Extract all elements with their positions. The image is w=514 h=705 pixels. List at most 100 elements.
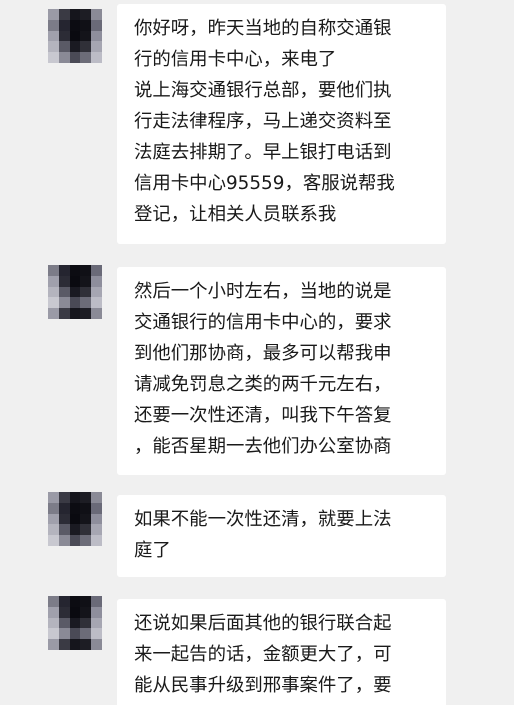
avatar-pixel <box>69 19 81 31</box>
avatar-pixel <box>58 513 70 525</box>
message-text-line: 你好呀，昨天当地的自称交通银 <box>134 18 392 39</box>
message-text-line: 还要一次性还清，叫我下午答复 <box>134 405 392 426</box>
avatar-pixel <box>48 606 59 618</box>
avatar-pixel <box>69 9 81 20</box>
avatar-pixel <box>91 297 102 309</box>
message-bubble[interactable]: 还说如果后面其他的银行联合起 来一起告的话，金额更大了，可 能从民事升级到邢事案件了… <box>117 599 446 705</box>
avatar-pixel <box>69 492 81 503</box>
avatar-pixel <box>58 52 70 63</box>
avatar-pixel <box>69 275 81 287</box>
message-text-line: 登记，让相关人员联系我 <box>134 204 337 225</box>
avatar-pixel <box>69 535 81 546</box>
avatar-pixel <box>69 308 81 319</box>
avatar-pixel <box>91 596 102 607</box>
avatar-pixel <box>69 30 81 42</box>
avatar-pixel <box>80 19 92 31</box>
message-bubble[interactable]: 然后一个小时左右，当地的说是 交通银行的信用卡中心的，要求 到他们那协商，最多可以帮… <box>117 267 446 475</box>
avatar-pixel <box>80 308 92 319</box>
avatar-pixel <box>80 628 92 640</box>
message-text-line: 行走法律程序，马上递交资料至 <box>134 111 392 132</box>
avatar-pixel <box>69 297 81 309</box>
avatar-pixel <box>48 9 59 20</box>
avatar-pixel <box>80 535 92 546</box>
avatar-pixel <box>80 52 92 63</box>
avatar[interactable] <box>48 492 102 546</box>
avatar-pixel <box>58 502 70 514</box>
avatar-pixel <box>58 286 70 298</box>
avatar-pixel <box>91 52 102 63</box>
avatar-pixel <box>58 606 70 618</box>
avatar-pixel <box>69 596 81 607</box>
avatar-pixel <box>48 275 59 287</box>
message-text-line: 庭了 <box>134 540 171 561</box>
avatar-pixel <box>80 286 92 298</box>
message-text-line: 如果不能一次性还清，就要上法 <box>134 509 392 530</box>
avatar[interactable] <box>48 9 102 63</box>
message-text-line: 说上海交通银行总部，要他们执 <box>134 80 392 101</box>
avatar-pixel <box>48 41 59 53</box>
avatar-pixel <box>91 9 102 20</box>
avatar-pixel <box>91 30 102 42</box>
avatar-pixel <box>48 596 59 607</box>
avatar-pixel <box>91 606 102 618</box>
message-text-line: 交通银行的信用卡中心的，要求 <box>134 312 392 333</box>
avatar-pixel <box>80 41 92 53</box>
message-text-line: 到他们那协商，最多可以帮我申 <box>134 343 392 364</box>
avatar-pixel <box>69 617 81 629</box>
avatar-pixel <box>69 639 81 650</box>
message-text-line: 法庭去排期了。早上银打电话到 <box>134 142 392 163</box>
avatar-pixel <box>80 502 92 514</box>
avatar-pixel <box>58 628 70 640</box>
avatar-pixel <box>91 492 102 503</box>
avatar-pixel <box>91 535 102 546</box>
message-bubble[interactable]: 如果不能一次性还清，就要上法 庭了 <box>117 495 446 577</box>
avatar-pixel <box>48 265 59 276</box>
avatar-pixel <box>69 606 81 618</box>
avatar-pixel <box>80 9 92 20</box>
message-text-line: 来一起告的话，金额更大了，可 <box>134 644 392 665</box>
avatar-pixel <box>58 19 70 31</box>
avatar-pixel <box>48 628 59 640</box>
message-text-line: 信用卡中心95559，客服说帮我 <box>134 173 395 194</box>
avatar-pixel <box>69 524 81 536</box>
avatar-pixel <box>80 297 92 309</box>
avatar-pixel <box>58 297 70 309</box>
avatar-pixel <box>48 502 59 514</box>
avatar-pixel <box>58 639 70 650</box>
avatar[interactable] <box>48 265 102 319</box>
avatar-pixel <box>80 606 92 618</box>
avatar-pixel <box>48 52 59 63</box>
avatar-pixel <box>48 19 59 31</box>
avatar-pixel <box>58 30 70 42</box>
avatar-pixel <box>58 308 70 319</box>
message-text-line: 还说如果后面其他的银行联合起 <box>134 613 392 634</box>
avatar-pixel <box>48 617 59 629</box>
avatar-pixel <box>91 19 102 31</box>
avatar-pixel <box>58 265 70 276</box>
avatar-pixel <box>69 286 81 298</box>
avatar-pixel <box>80 275 92 287</box>
avatar-pixel <box>91 275 102 287</box>
avatar-pixel <box>80 30 92 42</box>
avatar-pixel <box>48 30 59 42</box>
avatar-pixel <box>80 265 92 276</box>
avatar-pixel <box>91 513 102 525</box>
avatar[interactable] <box>48 596 102 650</box>
avatar-pixel <box>69 502 81 514</box>
avatar-pixel <box>80 617 92 629</box>
avatar-pixel <box>91 628 102 640</box>
message-text-line: 行的信用卡中心，来电了 <box>134 49 337 70</box>
avatar-pixel <box>69 628 81 640</box>
avatar-pixel <box>48 492 59 503</box>
avatar-pixel <box>48 639 59 650</box>
message-text-line: 能从民事升级到邢事案件了，要 <box>134 675 392 696</box>
avatar-pixel <box>69 52 81 63</box>
avatar-pixel <box>91 308 102 319</box>
avatar-pixel <box>91 502 102 514</box>
avatar-pixel <box>91 524 102 536</box>
avatar-pixel <box>48 286 59 298</box>
avatar-pixel <box>80 639 92 650</box>
message-bubble[interactable]: 你好呀，昨天当地的自称交通银 行的信用卡中心，来电了说上海交通银行总部，要他们执行… <box>117 4 446 244</box>
avatar-pixel <box>48 524 59 536</box>
avatar-pixel <box>91 617 102 629</box>
